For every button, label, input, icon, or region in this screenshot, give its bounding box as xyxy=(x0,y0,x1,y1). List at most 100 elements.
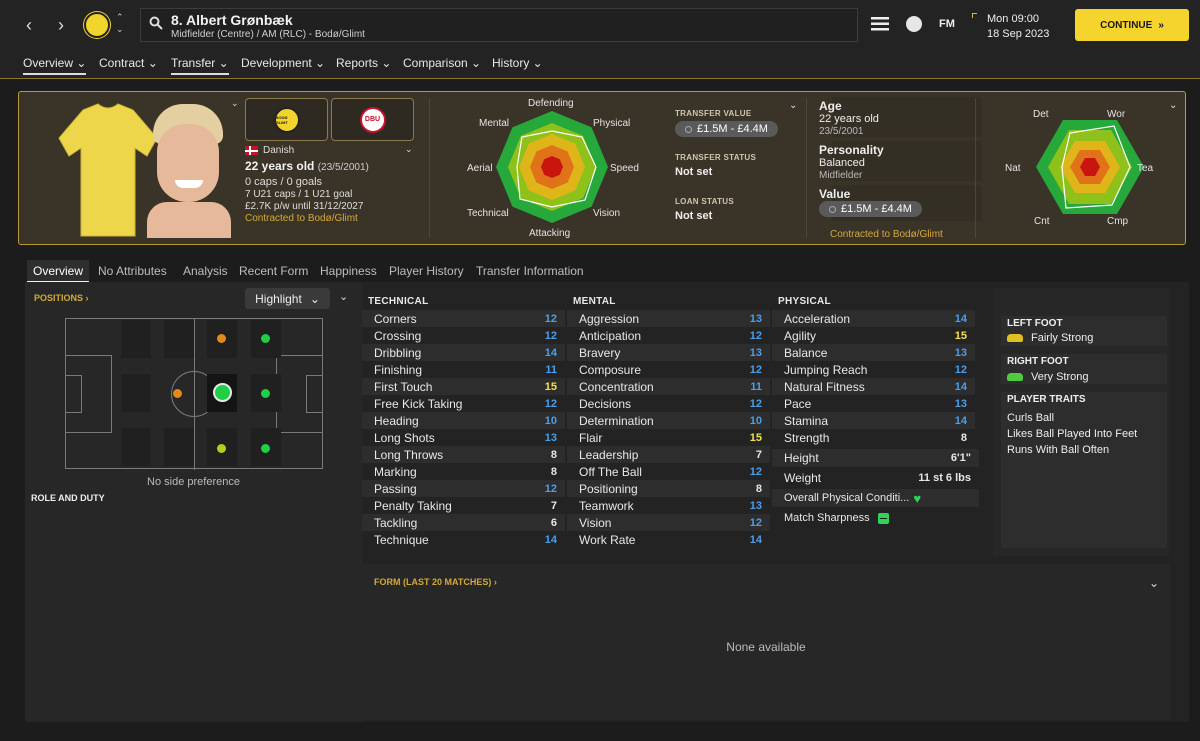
attribute-row[interactable]: Technique 14 xyxy=(362,531,565,548)
attribute-row[interactable]: Agility 15 xyxy=(772,327,975,344)
form-dropdown-icon[interactable]: ⌄ xyxy=(1149,576,1159,590)
attribute-row[interactable]: Long Throws 8 xyxy=(362,446,565,463)
nation-dropdown-icon[interactable]: ⌄ xyxy=(405,144,413,155)
radar-label-mental: Mental xyxy=(479,118,510,129)
attribute-row[interactable]: Heading 10 xyxy=(362,412,565,429)
attribute-row[interactable]: Stamina 14 xyxy=(772,412,975,429)
sub-tabs: Overview No Attributes Analysis Recent F… xyxy=(27,260,1187,282)
attribute-value: 8 xyxy=(550,465,557,478)
attribute-row[interactable]: Jumping Reach 12 xyxy=(772,361,975,378)
attribute-row[interactable]: Aggression 13 xyxy=(567,310,770,327)
attribute-row[interactable]: Bravery 13 xyxy=(567,344,770,361)
caps: 0 caps / 0 goals xyxy=(245,176,323,188)
attribute-row[interactable]: Tackling 6 xyxy=(362,514,565,531)
club-crest-icon[interactable] xyxy=(84,12,110,38)
attribute-row[interactable]: Composure 12 xyxy=(567,361,770,378)
personality-dropdown-icon[interactable]: ⌄ xyxy=(1169,100,1177,111)
attribute-value: 14 xyxy=(954,414,967,427)
tab-happiness[interactable]: Happiness xyxy=(320,264,377,278)
player-role: Midfielder xyxy=(819,170,863,181)
attribute-name: Free Kick Taking xyxy=(374,396,463,411)
divider xyxy=(975,98,976,238)
positions-panel: POSITIONS › Highlight ⌄ ⌄ No side prefere… xyxy=(25,282,362,722)
transfer-dropdown-icon[interactable]: ⌄ xyxy=(789,100,797,111)
attribute-row[interactable]: Teamwork 13 xyxy=(567,497,770,514)
attribute-row[interactable]: Flair 15 xyxy=(567,429,770,446)
tab-recent-form[interactable]: Recent Form xyxy=(239,264,308,278)
positions-menu-icon[interactable]: ⌄ xyxy=(339,290,348,303)
menu-reports[interactable]: Reports ⌄ xyxy=(336,56,391,70)
club-badge[interactable]: BODØ GLIMT xyxy=(245,98,328,141)
attribute-row[interactable]: Pace 13 xyxy=(772,395,975,412)
mental-header: MENTAL xyxy=(573,296,616,307)
attribute-row[interactable]: Long Shots 13 xyxy=(362,429,565,446)
tab-transfer-information[interactable]: Transfer Information xyxy=(476,264,584,278)
football-icon[interactable] xyxy=(906,16,922,32)
highlight-dropdown[interactable]: Highlight ⌄ xyxy=(245,288,330,309)
attribute-name: Bravery xyxy=(579,345,621,360)
menu-transfer-label: Transfer xyxy=(171,56,216,70)
menu-overview[interactable]: Overview ⌄ xyxy=(23,56,87,75)
attribute-row[interactable]: Marking 8 xyxy=(362,463,565,480)
attribute-row[interactable]: Leadership 7 xyxy=(567,446,770,463)
attribute-name: Acceleration xyxy=(784,311,851,326)
attribute-row[interactable]: Acceleration 14 xyxy=(772,310,975,327)
position-dot-dm[interactable] xyxy=(173,389,182,398)
weight-row: Weight 11 st 6 lbs xyxy=(772,469,979,487)
menu-comparison[interactable]: Comparison ⌄ xyxy=(403,56,481,70)
attribute-row[interactable]: Finishing 11 xyxy=(362,361,565,378)
u21-caps: 7 U21 caps / 1 U21 goal xyxy=(245,189,353,200)
attribute-row[interactable]: Determination 10 xyxy=(567,412,770,429)
denmark-flag-icon xyxy=(245,146,258,155)
search-icon[interactable] xyxy=(149,16,163,30)
tab-overview[interactable]: Overview xyxy=(33,264,83,278)
attribute-row[interactable]: Balance 13 xyxy=(772,344,975,361)
nation-badge[interactable]: DBU xyxy=(331,98,414,141)
kit-dropdown-icon[interactable]: ⌄ xyxy=(231,98,239,109)
club-switch-arrows-icon[interactable]: ⌃ ⌄ xyxy=(116,11,124,35)
position-dot-mc-selected[interactable] xyxy=(213,383,232,402)
attribute-row[interactable]: Passing 12 xyxy=(362,480,565,497)
tab-analysis[interactable]: Analysis xyxy=(183,264,228,278)
attribute-name: Heading xyxy=(374,413,419,428)
attribute-row[interactable]: First Touch 15 xyxy=(362,378,565,395)
attribute-value: 12 xyxy=(954,363,967,376)
form-panel: FORM (LAST 20 MATCHES) › ⌄ None availabl… xyxy=(362,564,1170,720)
attribute-row[interactable]: Concentration 11 xyxy=(567,378,770,395)
menu-development[interactable]: Development ⌄ xyxy=(241,56,325,70)
menu-transfer[interactable]: Transfer ⌄ xyxy=(171,56,229,75)
form-caption[interactable]: FORM (LAST 20 MATCHES) › xyxy=(374,577,497,587)
menu-icon[interactable] xyxy=(871,17,889,31)
attribute-row[interactable]: Strength 8 xyxy=(772,429,975,446)
attribute-row[interactable]: Positioning 8 xyxy=(567,480,770,497)
tab-no-attributes[interactable]: No Attributes xyxy=(98,264,167,278)
position-dot-amr[interactable] xyxy=(261,444,270,453)
attribute-value: 7 xyxy=(755,448,762,461)
menu-contract[interactable]: Contract ⌄ xyxy=(99,56,158,70)
attribute-row[interactable]: Crossing 12 xyxy=(362,327,565,344)
attribute-row[interactable]: Work Rate 14 xyxy=(567,531,770,548)
menu-history[interactable]: History ⌄ xyxy=(492,56,543,70)
fm-logo[interactable]: FM xyxy=(939,18,955,30)
attribute-row[interactable]: Vision 12 xyxy=(567,514,770,531)
back-arrow-icon[interactable]: ‹ xyxy=(16,12,42,38)
continue-button[interactable]: CONTINUE » xyxy=(1075,9,1189,41)
left-foot-caption: LEFT FOOT xyxy=(1007,318,1063,329)
attribute-row[interactable]: Natural Fitness 14 xyxy=(772,378,975,395)
attribute-row[interactable]: Anticipation 12 xyxy=(567,327,770,344)
divider xyxy=(429,98,430,238)
forward-arrow-icon[interactable]: › xyxy=(48,12,74,38)
positions-caption[interactable]: POSITIONS › xyxy=(34,293,89,303)
position-dot-dmr[interactable] xyxy=(217,444,226,453)
player-dob: (23/5/2001) xyxy=(317,162,369,173)
position-dot-amc[interactable] xyxy=(261,389,270,398)
attribute-row[interactable]: Free Kick Taking 12 xyxy=(362,395,565,412)
attribute-row[interactable]: Corners 12 xyxy=(362,310,565,327)
attribute-row[interactable]: Off The Ball 12 xyxy=(567,463,770,480)
position-dot-aml[interactable] xyxy=(261,334,270,343)
attribute-row[interactable]: Decisions 12 xyxy=(567,395,770,412)
position-dot-dml[interactable] xyxy=(217,334,226,343)
attribute-row[interactable]: Dribbling 14 xyxy=(362,344,565,361)
tab-player-history[interactable]: Player History xyxy=(389,264,464,278)
attribute-row[interactable]: Penalty Taking 7 xyxy=(362,497,565,514)
